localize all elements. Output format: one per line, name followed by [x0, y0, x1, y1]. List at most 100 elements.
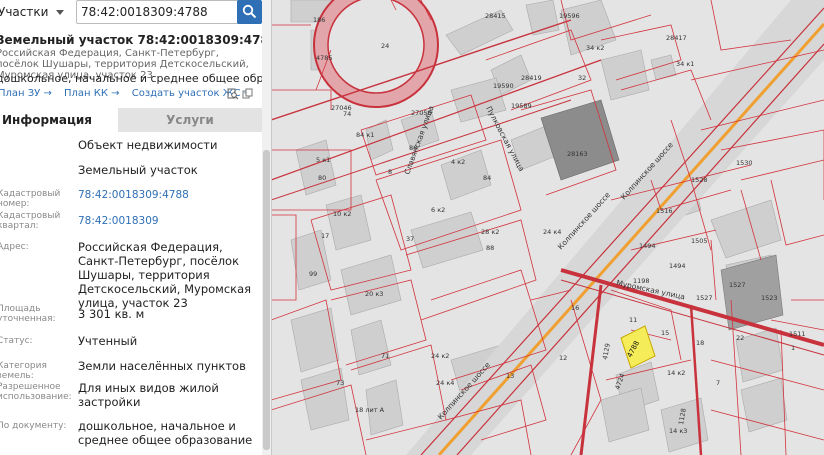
parcel-label: 86: [409, 144, 417, 152]
parcel-label: 16: [571, 304, 579, 312]
search-row: Участки: [0, 0, 262, 26]
parcel-label: 4 к2: [451, 158, 465, 166]
property-row: Земельный участок: [0, 163, 262, 185]
search-button[interactable]: [237, 0, 262, 24]
property-label: Кадастровый номер:: [0, 189, 61, 209]
scrollbar-thumb[interactable]: [263, 150, 270, 450]
parcel-label: 4785: [316, 54, 333, 62]
parcel-label: 1528: [691, 176, 708, 184]
parcel-label: 6 к2: [431, 206, 445, 214]
document-use-row: По документу: дошкольное, начальное и ср…: [0, 418, 262, 455]
parcel-label: 32: [578, 74, 586, 82]
parcel-label: 15: [661, 329, 669, 337]
parcel-label: 28419: [521, 74, 542, 82]
property-value: Земли населённых пунктов: [78, 359, 246, 373]
parcel-label: 27056: [411, 109, 432, 117]
property-value: Земельный участок: [78, 163, 198, 177]
parcel-label: 1198: [633, 277, 650, 285]
address-row: Адрес: Российская Федерация, Санкт-Петер…: [0, 240, 262, 310]
parcel-label: 34 к2: [586, 44, 604, 52]
area-row: Площадь уточненная: 3 301 кв. м: [0, 304, 262, 330]
parcel-label: 14 к2: [667, 369, 685, 377]
category-select-label: Участки: [0, 5, 49, 19]
cadastral-number-row: Кадастровый номер: 78:42:0018309:4788: [0, 188, 262, 210]
property-label: Адрес:: [0, 242, 29, 252]
parcel-label: 1527: [696, 294, 713, 302]
property-value: 3 301 кв. м: [78, 307, 145, 321]
parcel-label: 28415: [485, 12, 506, 20]
cadastral-number-link[interactable]: 78:42:0018309:4788: [78, 188, 260, 202]
parcel-label: 84: [483, 174, 491, 182]
parcel-label: 80: [318, 174, 326, 182]
property-value: Для иных видов жилой застройки: [78, 381, 219, 409]
parcel-label: 18 лит А: [355, 406, 385, 414]
parcel-label: 37: [406, 235, 414, 243]
permitted-use-row: Разрешенное использование: Для иных видо…: [0, 381, 262, 415]
parcel-label: 71: [381, 352, 389, 360]
parcel-label: 74: [343, 110, 351, 118]
property-value: Объект недвижимости: [78, 138, 218, 152]
parcel-label: 1527: [729, 281, 746, 289]
parcel-label: 84 к1: [356, 131, 374, 139]
info-panel: Участки Земельный участок 78:42:0018309:…: [0, 0, 272, 455]
parcel-label: 1530: [736, 159, 753, 167]
parcel-label: 19589: [511, 102, 532, 110]
parcel-label: 18: [696, 339, 704, 347]
parcel-label: 28163: [567, 150, 588, 158]
links-row: План ЗУ → План КК → Создать участок ЖС →: [0, 88, 261, 102]
plan-kk-link[interactable]: План КК →: [64, 88, 120, 99]
parcel-label: 19596: [559, 12, 580, 20]
tabs-bar: Информация Услуги: [0, 108, 262, 132]
parcel-label: 1505: [691, 237, 708, 245]
map-canvas[interactable]: Колпинское шоссе Колпинское шоссе Колпин…: [271, 0, 824, 455]
search-icon: [242, 4, 257, 19]
parcel-label: 12: [559, 354, 567, 362]
property-label: Кадастровый квартал:: [0, 211, 61, 231]
property-row: Объект недвижимости: [0, 138, 262, 160]
status-row: Статус: Учтенный: [0, 334, 262, 354]
plan-zu-link[interactable]: План ЗУ →: [0, 88, 52, 99]
parcel-label: 11: [629, 316, 637, 324]
parcel-label: 14 к3: [669, 427, 687, 435]
property-label: Статус:: [0, 336, 33, 346]
parcel-label: 28417: [666, 34, 687, 42]
parcel-label: 99: [309, 270, 317, 278]
parcel-label: 1511: [789, 330, 806, 338]
document-search-icon[interactable]: [227, 88, 239, 100]
parcel-label: 1494: [639, 242, 656, 250]
category-select[interactable]: Участки: [0, 2, 68, 22]
parcel-label: 24: [381, 42, 389, 50]
parcel-label: 24 к4: [543, 228, 561, 236]
parcel-label: 1: [791, 344, 795, 352]
land-category-row: Категория земель: Земли населённых пункт…: [0, 359, 262, 381]
property-value: дошкольное, начальное и среднее общее об…: [78, 419, 253, 447]
parcel-label: 7: [716, 379, 720, 387]
cadastral-quarter-link[interactable]: 78:42:0018309: [78, 214, 260, 228]
parcel-label: 17: [321, 232, 329, 240]
parcel-label: 1523: [761, 294, 778, 302]
cadastral-map[interactable]: Колпинское шоссе Колпинское шоссе Колпин…: [271, 0, 824, 455]
property-label: Разрешенное использование:: [0, 382, 72, 402]
search-input[interactable]: [76, 0, 241, 24]
parcel-label: 186: [313, 16, 325, 24]
parcel-label: 24 к2: [431, 352, 449, 360]
tab-information[interactable]: Информация: [0, 108, 118, 132]
tab-services[interactable]: Услуги: [118, 108, 262, 132]
parcel-label: 28 к2: [481, 228, 499, 236]
parcel-label: 1516: [656, 207, 673, 215]
parcel-label: 73: [336, 379, 344, 387]
property-value: Учтенный: [78, 334, 138, 348]
panel-scrollbar[interactable]: [262, 0, 271, 455]
property-label: Категория земель:: [0, 361, 47, 381]
parcel-label: 34 к1: [676, 60, 694, 68]
parcel-label: 19590: [493, 82, 514, 90]
parcel-label: 13: [506, 372, 514, 380]
parcel-label: 22: [736, 334, 744, 342]
chevron-down-icon: [56, 10, 64, 15]
copy-icon[interactable]: [242, 88, 254, 100]
parcel-label: 10 к2: [333, 210, 351, 218]
parcel-label: 5 к1: [316, 156, 330, 164]
parcel-label: 8: [388, 168, 392, 176]
plot-title: Земельный участок 78:42:0018309:4788: [0, 33, 272, 47]
cadastral-quarter-row: Кадастровый квартал: 78:42:0018309: [0, 211, 262, 237]
